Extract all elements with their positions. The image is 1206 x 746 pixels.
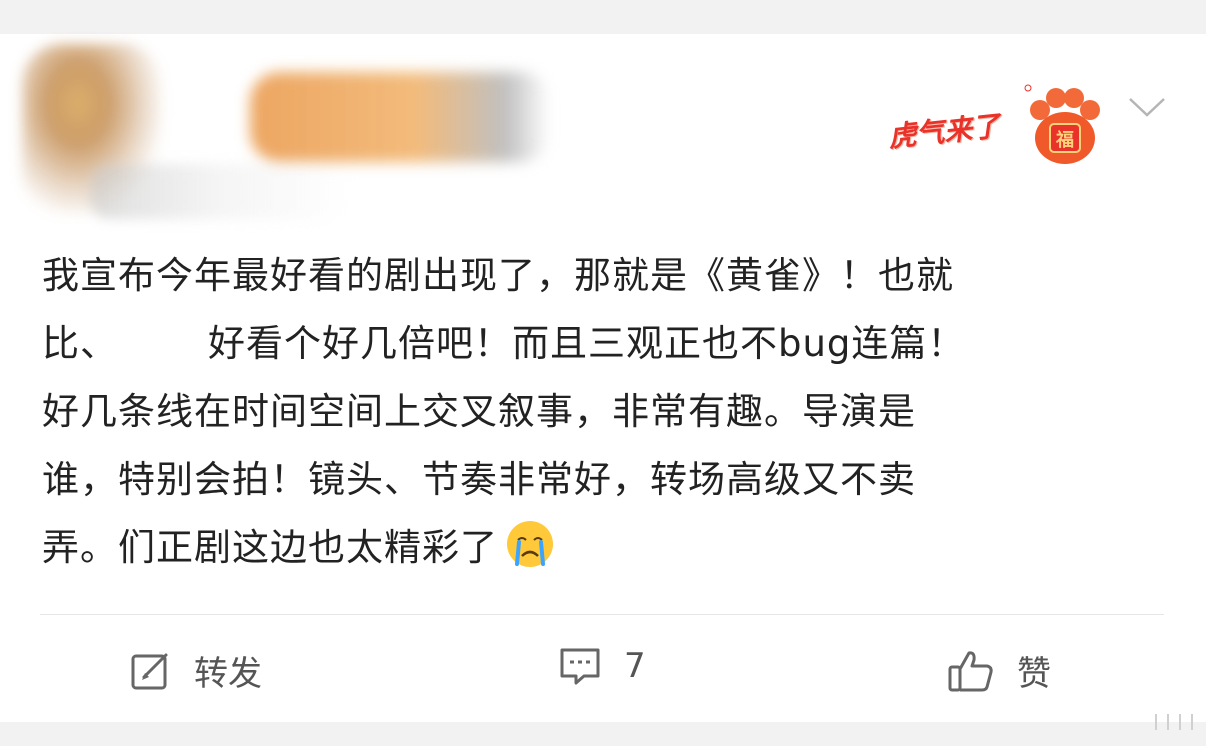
scroll-indicator-icon xyxy=(1155,714,1193,730)
like-label: 赞 xyxy=(1017,654,1051,694)
divider xyxy=(40,614,1164,615)
post-line-1: 我宣布今年最好看的剧出现了，那就是《黄雀》！也就 xyxy=(42,254,954,297)
post-line-5-text: 弄。们正剧这边也太精彩了 xyxy=(42,526,498,569)
thumbs-up-icon xyxy=(948,650,993,691)
paw-fu-icon: 福 xyxy=(1024,84,1100,164)
author-name-redacted[interactable] xyxy=(250,72,550,162)
comment-count: 7 xyxy=(624,646,646,686)
repost-icon xyxy=(131,653,168,689)
post-line-5: 弄。们正剧这边也太精彩了 xyxy=(42,514,1172,582)
post-line-4: 谁，特别会拍！镜头、节奏非常好，转场高级又不卖 xyxy=(42,458,916,501)
chevron-down-icon xyxy=(1129,98,1165,117)
post-meta-redacted xyxy=(90,164,350,219)
action-bar: 转发 7 赞 xyxy=(0,634,1206,704)
post-body: 我宣布今年最好看的剧出现了，那就是《黄雀》！也就 比、 好看个好几倍吧！而且三观正… xyxy=(42,242,1172,582)
badge-text: 虎气来了 xyxy=(886,109,1002,154)
crying-face-emoji-icon xyxy=(507,521,553,567)
repost-label: 转发 xyxy=(194,654,262,694)
badge-symbol: 福 xyxy=(1055,129,1074,151)
post-line-2: 比、 好看个好几倍吧！而且三观正也不bug连篇！ xyxy=(42,310,1172,378)
tiger-year-badge: 虎气来了 福 xyxy=(886,74,1118,174)
comment-button[interactable]: 7 xyxy=(558,646,646,686)
like-button[interactable]: 赞 xyxy=(947,646,1051,695)
post-line-3: 好几条线在时间空间上交叉叙事，非常有趣。导演是 xyxy=(42,390,916,433)
post-line-2-part-2: 好看个好几倍吧！而且三观正也不bug连篇！ xyxy=(208,322,966,365)
post-card: 虎气来了 福 我宣布今年最好看的剧出现了，那就是《黄雀》！也就 比、 好看个好几倍… xyxy=(0,34,1206,722)
more-options-button[interactable] xyxy=(1127,92,1167,122)
post-line-2-part-1: 比、 xyxy=(42,322,118,365)
post-header: 虎气来了 福 xyxy=(0,34,1206,239)
repost-button[interactable]: 转发 xyxy=(130,646,262,695)
comment-icon xyxy=(560,648,600,685)
